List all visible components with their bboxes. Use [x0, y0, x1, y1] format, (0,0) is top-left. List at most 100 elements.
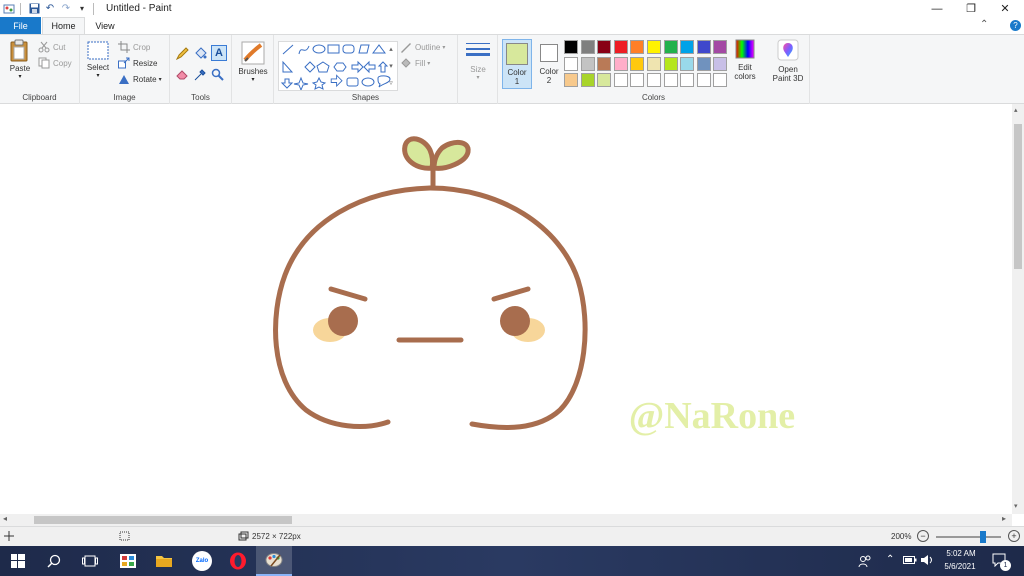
tab-home[interactable]: Home [42, 17, 85, 34]
palette-swatch[interactable] [647, 40, 661, 54]
brushes-button[interactable]: Brushes ▾ [236, 41, 270, 89]
file-explorer-button[interactable] [146, 546, 182, 576]
pencil-icon[interactable] [176, 46, 190, 60]
image-group-label: Image [113, 93, 136, 102]
status-bar: 2572 × 722px 200% − + [0, 526, 1024, 546]
zoom-slider[interactable] [936, 531, 1001, 543]
palette-swatch[interactable] [597, 73, 612, 88]
palette-swatch[interactable] [663, 56, 678, 71]
size-button[interactable]: Size ▾ [464, 41, 492, 87]
task-view-button[interactable] [72, 546, 108, 576]
clock-date[interactable]: 5/6/2021 [940, 562, 980, 571]
palette-swatch[interactable] [630, 73, 645, 88]
palette-swatch[interactable] [713, 40, 728, 54]
open-paint3d-button[interactable]: Open Paint 3D [768, 39, 808, 89]
palette-swatch[interactable] [647, 56, 661, 71]
search-button[interactable] [36, 546, 72, 576]
palette-swatch[interactable] [580, 56, 595, 71]
image-group: Select ▾ Crop Resize Rotate ▾ Image [80, 35, 170, 104]
vertical-scroll-thumb[interactable] [1014, 124, 1022, 269]
palette-swatch[interactable] [630, 40, 645, 54]
palette-swatch[interactable] [647, 73, 661, 88]
color1-button[interactable]: Color 1 [502, 39, 532, 89]
taskbar-app-1[interactable] [110, 546, 146, 576]
scroll-left-arrow-icon[interactable]: ◂ [3, 514, 7, 523]
horizontal-scrollbar[interactable]: ◂ ▸ [0, 514, 1012, 526]
palette-swatch[interactable] [696, 73, 711, 88]
more-shapes-icon[interactable]: ▿ [389, 79, 393, 87]
redo-icon[interactable]: ↷ [59, 2, 73, 16]
clock-time[interactable]: 5:02 AM [944, 549, 978, 558]
palette-swatch[interactable] [597, 40, 612, 54]
palette-swatch[interactable] [713, 73, 728, 88]
zoom-slider-thumb[interactable] [980, 531, 987, 543]
battery-icon[interactable] [903, 555, 917, 567]
tab-view[interactable]: View [86, 17, 124, 34]
zoom-out-button[interactable]: − [917, 530, 929, 542]
edit-colors-button[interactable]: Edit colors [732, 39, 758, 89]
volume-icon[interactable] [920, 554, 934, 568]
magnifier-icon[interactable] [211, 67, 225, 81]
scroll-right-arrow-icon[interactable]: ▸ [1002, 514, 1006, 523]
palette-swatch[interactable] [564, 40, 578, 54]
palette-swatch[interactable] [696, 40, 711, 54]
start-button[interactable] [0, 546, 36, 576]
select-button[interactable]: Select ▾ [84, 41, 112, 87]
show-hidden-icons-icon[interactable]: ⌃ [886, 554, 894, 565]
people-icon[interactable] [858, 554, 872, 570]
outline-button[interactable]: Outline ▾ [400, 41, 445, 53]
palette-swatch[interactable] [663, 40, 678, 54]
palette-swatch[interactable] [713, 56, 728, 71]
resize-button[interactable]: Resize [118, 57, 157, 69]
collapse-ribbon-icon[interactable]: ⌃ [980, 19, 988, 30]
palette-swatch[interactable] [564, 73, 578, 88]
palette-swatch[interactable] [696, 56, 711, 71]
color-picker-icon[interactable] [194, 67, 208, 81]
palette-swatch[interactable] [613, 40, 628, 54]
maximize-button[interactable]: ❐ [954, 0, 988, 17]
vertical-scrollbar[interactable]: ▴ ▾ [1012, 104, 1024, 514]
fill-bucket-icon[interactable] [194, 46, 208, 60]
palette-swatch[interactable] [630, 56, 645, 71]
undo-icon[interactable]: ↶ [43, 2, 57, 16]
shapes-scroll[interactable]: ▴ ▾ ▿ [386, 41, 396, 91]
palette-swatch[interactable] [663, 73, 678, 88]
palette-swatch[interactable] [597, 56, 612, 71]
palette-swatch[interactable] [564, 56, 578, 71]
crop-button[interactable]: Crop [118, 41, 150, 53]
zoom-in-button[interactable]: + [1008, 530, 1020, 542]
tab-file[interactable]: File [0, 17, 41, 34]
scroll-down-icon[interactable]: ▾ [389, 62, 393, 70]
opera-button[interactable] [220, 546, 256, 576]
palette-swatch[interactable] [613, 56, 628, 71]
eraser-icon[interactable] [176, 67, 190, 81]
text-tool-icon[interactable]: A [211, 45, 227, 61]
color1-number: 1 [514, 77, 520, 86]
paste-button[interactable]: Paste ▾ [6, 39, 34, 87]
zalo-button[interactable]: Zalo [184, 546, 220, 576]
palette-swatch[interactable] [680, 73, 695, 88]
cut-button[interactable]: Cut [38, 41, 65, 53]
customize-quick-access-icon[interactable]: ▾ [75, 2, 89, 16]
save-icon[interactable] [27, 2, 41, 16]
palette-swatch[interactable] [580, 40, 595, 54]
scroll-down-arrow-icon[interactable]: ▾ [1014, 502, 1018, 510]
scroll-up-icon[interactable]: ▴ [389, 45, 393, 53]
palette-swatch[interactable] [580, 73, 595, 88]
paint-taskbar-button[interactable] [256, 546, 292, 576]
color2-button[interactable]: Color 2 [536, 39, 562, 89]
palette-swatch[interactable] [680, 40, 695, 54]
drawing-canvas[interactable]: @NaRone [0, 104, 1012, 514]
rotate-button[interactable]: Rotate ▾ [118, 73, 162, 85]
horizontal-scroll-thumb[interactable] [34, 516, 292, 524]
fill-button[interactable]: Fill ▾ [400, 57, 430, 69]
palette-swatch[interactable] [613, 73, 628, 88]
scroll-up-arrow-icon[interactable]: ▴ [1014, 106, 1018, 114]
minimize-button[interactable]: — [920, 0, 954, 17]
shapes-icons[interactable] [279, 42, 397, 92]
help-icon[interactable]: ? [1010, 20, 1021, 31]
palette-swatch[interactable] [680, 56, 695, 71]
line-size-icon [466, 43, 490, 56]
copy-button[interactable]: Copy [38, 57, 72, 69]
close-button[interactable]: ✕ [988, 0, 1022, 17]
